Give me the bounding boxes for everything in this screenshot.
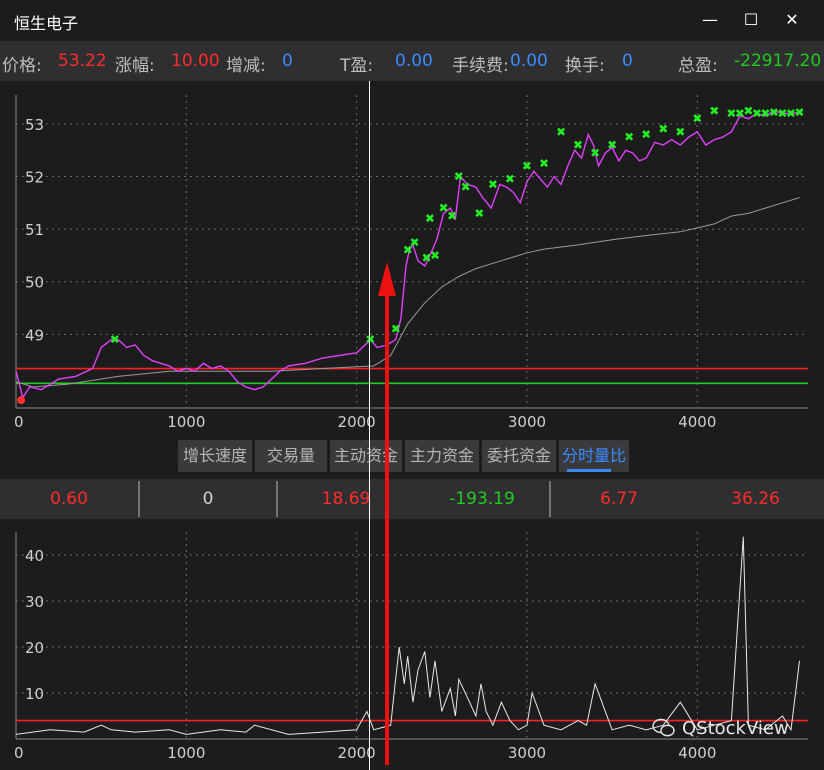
watermark-text: QStockView <box>682 718 789 739</box>
annotation-arrow-head <box>378 262 396 296</box>
annotation-overlay <box>369 81 396 770</box>
wechat-icon <box>652 718 675 737</box>
